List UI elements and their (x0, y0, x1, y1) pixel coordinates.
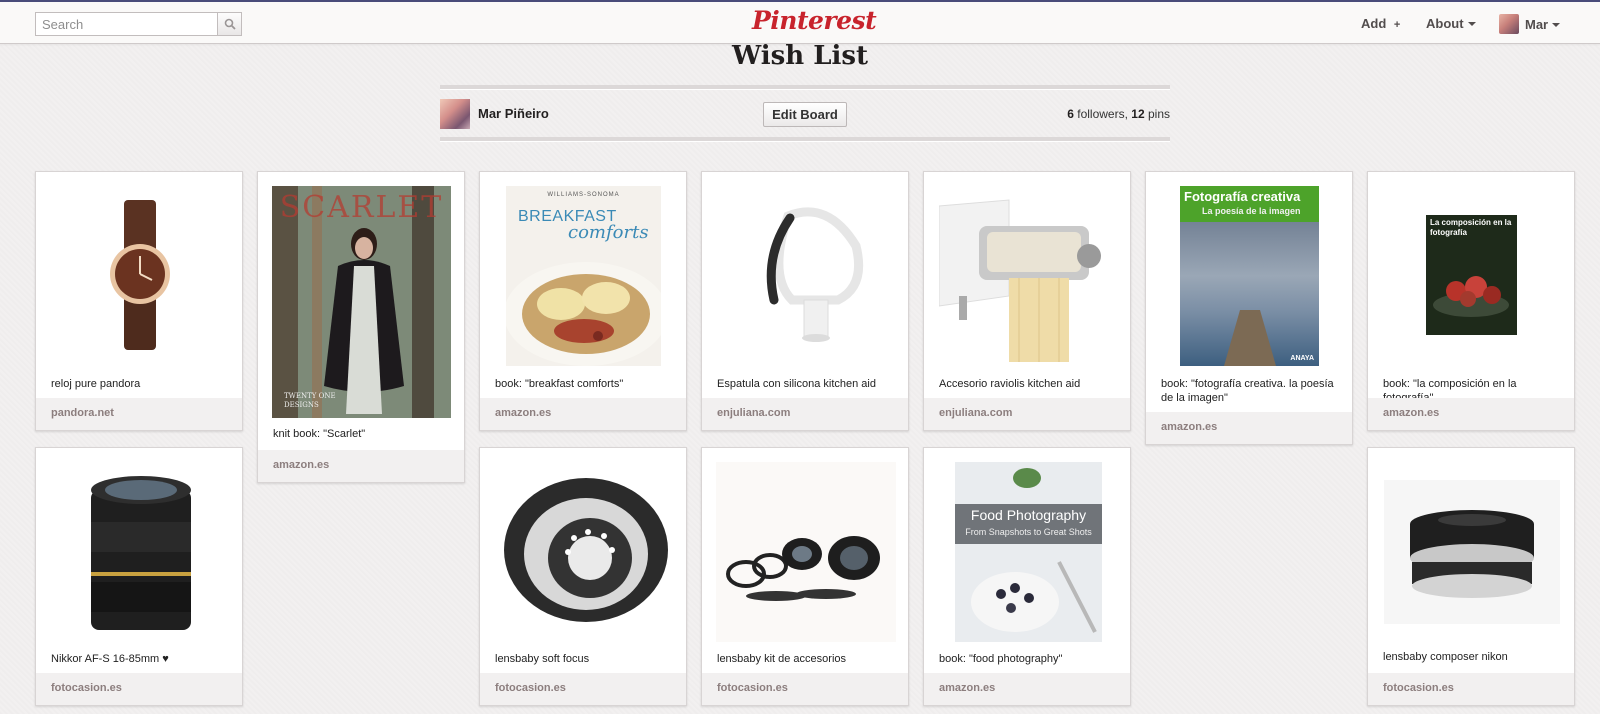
pin-image[interactable] (938, 186, 1117, 366)
pin-card[interactable]: lensbaby composer nikon fotocasion.es (1367, 447, 1575, 706)
pin-description: Espatula con silicona kitchen aid (717, 378, 876, 390)
cover-brand: WILLIAMS-SONOMA (547, 192, 620, 198)
pin-source[interactable]: pandora.net (36, 398, 242, 430)
pin-source[interactable]: fotocasion.es (36, 673, 242, 705)
chevron-down-icon (1552, 23, 1561, 27)
divider (440, 85, 1170, 90)
pin-source[interactable]: fotocasion.es (702, 673, 908, 705)
pin-description: lensbaby composer nikon (1383, 651, 1508, 663)
pin-description: book: "food photography" (939, 653, 1063, 665)
cover-subtitle: TWENTY ONE DESIGNS (284, 392, 336, 409)
board-stats: 6 followers, 12 pins (1067, 107, 1170, 121)
user-menu[interactable]: Mar (1499, 14, 1561, 34)
pin-source[interactable]: fotocasion.es (1368, 673, 1574, 705)
pin-source[interactable]: amazon.es (1146, 412, 1352, 444)
pin-source[interactable]: amazon.es (258, 450, 464, 482)
add-menu-label: Add (1361, 16, 1387, 31)
pin-image[interactable] (51, 186, 229, 362)
pin-card[interactable]: lensbaby soft focus fotocasion.es (479, 447, 687, 706)
chevron-down-icon (1467, 22, 1476, 26)
pin-image[interactable]: Fotografía creativa La poesía de la imag… (1180, 186, 1319, 366)
pin-card[interactable]: WILLIAMS-SONOMA BREAKFAST comforts book:… (479, 171, 687, 431)
divider (440, 137, 1170, 142)
user-name: Mar (1525, 17, 1549, 32)
pin-description: lensbaby kit de accesorios (717, 653, 847, 665)
pin-source[interactable]: enjuliana.com (702, 398, 908, 430)
pin-image[interactable] (728, 186, 883, 366)
pin-source[interactable]: amazon.es (1368, 398, 1574, 430)
pin-image[interactable] (494, 462, 674, 642)
pinterest-logo[interactable]: Pinterest (752, 6, 877, 35)
pin-description: book: "fotografía creativa. la poesía de… (1161, 378, 1334, 404)
about-menu-label: About (1426, 16, 1464, 31)
plus-icon: + (1393, 19, 1401, 31)
pin-image[interactable] (75, 462, 206, 642)
pin-card[interactable]: SCARLET TWENTY ONE DESIGNS knit book: "S… (257, 171, 465, 483)
pin-card[interactable]: lensbaby kit de accesorios fotocasion.es (701, 447, 909, 706)
cover-publisher: ANAYA (1290, 355, 1314, 362)
search-button[interactable] (217, 12, 242, 36)
pin-image[interactable]: SCARLET TWENTY ONE DESIGNS (272, 186, 451, 418)
followers-count[interactable]: 6 (1067, 107, 1074, 121)
pin-card[interactable]: Fotografía creativa La poesía de la imag… (1145, 171, 1353, 445)
top-navigation-bar: Pinterest Add + About Mar (0, 0, 1600, 44)
pins-count: 12 (1131, 107, 1145, 121)
pin-description: Accesorio raviolis kitchen aid (939, 378, 1081, 390)
followers-label[interactable]: followers, (1077, 107, 1128, 121)
pin-image[interactable]: La composición en la fotografía (1426, 215, 1517, 335)
cover-subtitle: From Snapshots to Great Shots (965, 527, 1092, 537)
pin-image[interactable] (716, 462, 896, 642)
pin-source[interactable]: amazon.es (924, 673, 1130, 705)
pin-card[interactable]: reloj pure pandora pandora.net (35, 171, 243, 431)
pin-card[interactable]: La composición en la fotografía book: "l… (1367, 171, 1575, 431)
add-menu[interactable]: Add + (1361, 16, 1400, 31)
pin-source[interactable]: fotocasion.es (480, 673, 686, 705)
pin-description: knit book: "Scarlet" (273, 428, 366, 440)
pin-card[interactable]: Accesorio raviolis kitchen aid enjuliana… (923, 171, 1131, 431)
owner-name[interactable]: Mar Piñeiro (478, 106, 549, 121)
pin-description: lensbaby soft focus (495, 653, 590, 665)
pin-source[interactable]: amazon.es (480, 398, 686, 430)
pins-label: pins (1147, 107, 1170, 121)
cover-title: Food Photography (970, 507, 1087, 523)
pin-description: reloj pure pandora (51, 378, 141, 390)
pin-source[interactable]: enjuliana.com (924, 398, 1130, 430)
pin-image[interactable]: WILLIAMS-SONOMA BREAKFAST comforts (506, 186, 661, 366)
owner-avatar[interactable] (440, 99, 470, 129)
about-menu[interactable]: About (1426, 16, 1476, 31)
pin-card[interactable]: Espatula con silicona kitchen aid enjuli… (701, 171, 909, 431)
search-icon (224, 18, 236, 30)
user-avatar (1499, 14, 1519, 34)
edit-board-button[interactable]: Edit Board (763, 102, 847, 127)
pin-description: book: "breakfast comforts" (495, 378, 624, 390)
pin-description: Nikkor AF-S 16-85mm ♥ (51, 653, 169, 665)
search-box (35, 12, 242, 36)
pin-image[interactable] (1384, 480, 1560, 624)
cover-title: SCARLET (279, 190, 444, 225)
pin-image[interactable]: Food Photography From Snapshots to Great… (955, 462, 1102, 642)
search-input[interactable] (35, 12, 217, 36)
pin-card[interactable]: Nikkor AF-S 16-85mm ♥ fotocasion.es (35, 447, 243, 706)
board-title: Wish List (731, 41, 869, 71)
cover-title-2: comforts (568, 222, 649, 243)
pin-card[interactable]: Food Photography From Snapshots to Great… (923, 447, 1131, 706)
